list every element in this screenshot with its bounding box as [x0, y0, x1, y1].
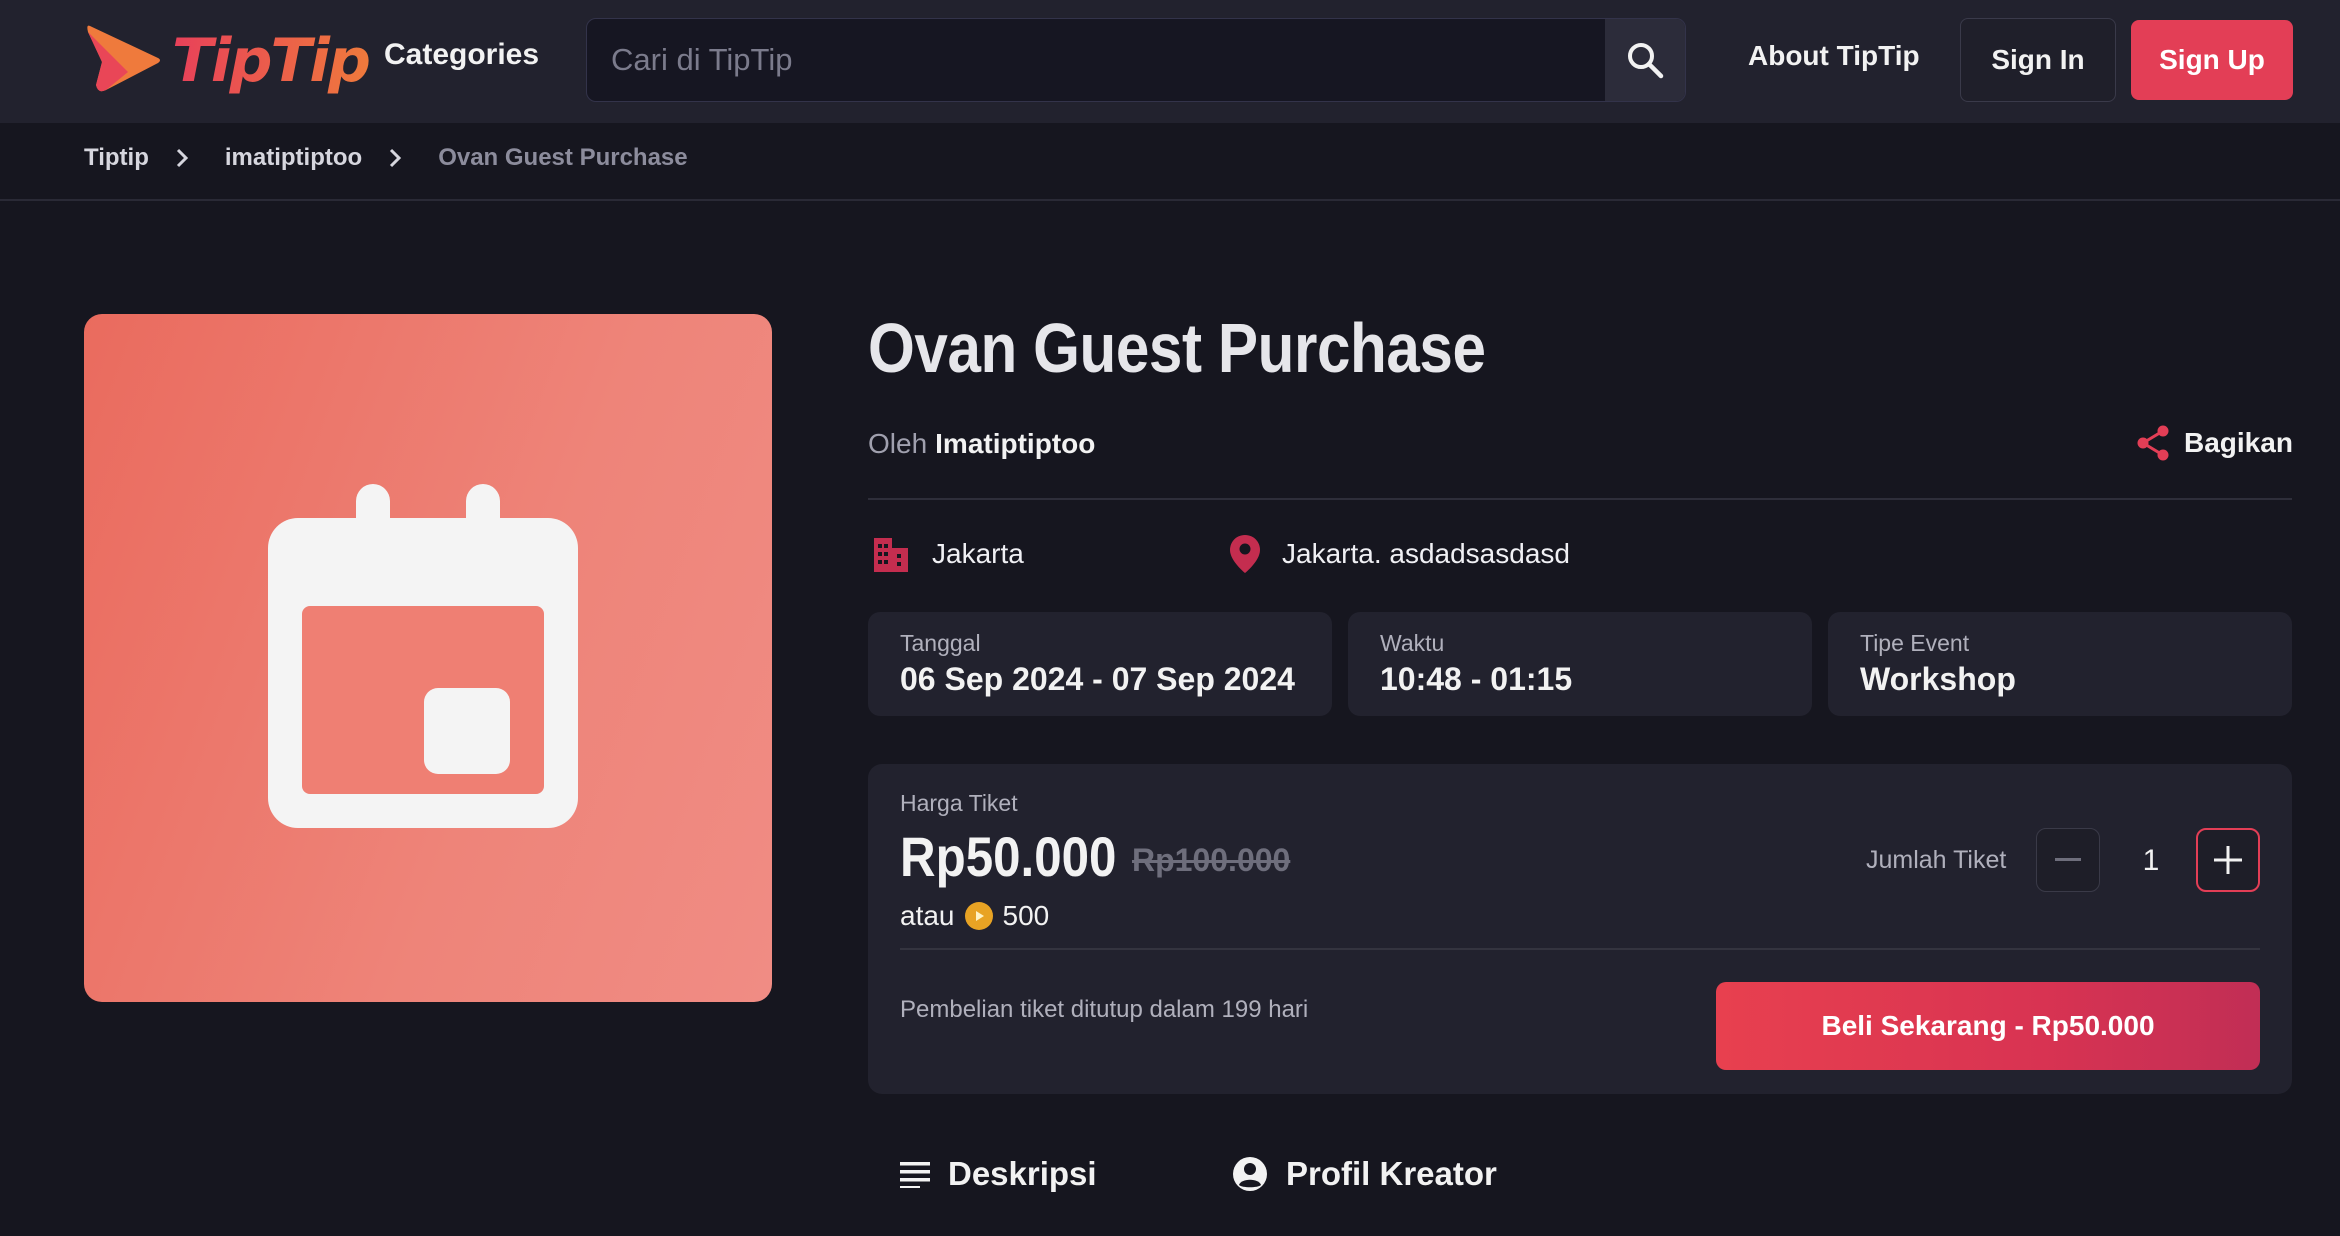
logo-text: TipTip: [172, 26, 371, 96]
date-label: Tanggal: [900, 630, 981, 656]
play-arrow-logo-icon: [87, 25, 160, 92]
ticket-original-price: Rp100.000: [1132, 842, 1291, 878]
plus-icon: [2214, 846, 2242, 874]
search-bar: [586, 18, 1686, 102]
time-card: Waktu 10:48 - 01:15: [1348, 612, 1812, 716]
event-type-card: Tipe Event Workshop: [1828, 612, 2292, 716]
address-text: Jakarta. asdadsasdasd: [1282, 538, 1570, 569]
ticket-price: Rp50.000: [900, 825, 1117, 888]
address-info: Jakarta. asdadsasdasd: [1228, 532, 1570, 576]
coin-price: atau 500: [900, 896, 1049, 936]
closing-note: Pembelian tiket ditutup dalam 199 hari: [900, 996, 1309, 1023]
creator-link[interactable]: Imatiptiptoo: [935, 428, 1095, 459]
search-button[interactable]: [1605, 19, 1685, 101]
event-image: [84, 314, 772, 1002]
tab-description-label: Deskripsi: [948, 1155, 1097, 1192]
breadcrumb-home[interactable]: Tiptip: [84, 144, 149, 172]
event-type-label: Tipe Event: [1860, 630, 1970, 656]
share-label: Bagikan: [2184, 427, 2293, 458]
search-icon: [1628, 43, 1664, 79]
tab-description[interactable]: Deskripsi: [900, 1152, 1097, 1196]
categories-link[interactable]: Categories: [384, 38, 539, 72]
buy-now-button[interactable]: Beli Sekarang - Rp50.000: [1716, 982, 2260, 1070]
search-input[interactable]: [587, 19, 1605, 101]
sign-up-button[interactable]: Sign Up: [2131, 20, 2293, 100]
coin-icon: [964, 902, 993, 930]
tab-creator-profile-label: Profil Kreator: [1286, 1155, 1497, 1192]
ticket-price-label: Harga Tiket: [900, 790, 1018, 816]
account-circle-icon: [1233, 1157, 1267, 1191]
chevron-right-icon: [175, 147, 189, 169]
quantity-label: Jumlah Tiket: [1866, 846, 2007, 874]
breadcrumb: Tiptip imatiptiptoo Ovan Guest Purchase: [84, 140, 688, 176]
city-info: Jakarta: [870, 532, 1024, 576]
breadcrumb-creator[interactable]: imatiptiptoo: [225, 144, 362, 172]
coin-price-prefix: atau: [900, 900, 955, 931]
calendar-icon: [268, 484, 578, 828]
coin-amount: 500: [1002, 900, 1050, 931]
chevron-right-icon: [388, 147, 402, 169]
creator-byline: Oleh Imatiptiptoo: [868, 428, 1095, 460]
event-title: Ovan Guest Purchase: [868, 309, 1486, 387]
divider: [900, 948, 2260, 950]
share-icon: [2137, 425, 2169, 461]
minus-icon: [2055, 858, 2081, 861]
byline-prefix: Oleh: [868, 428, 928, 459]
divider: [868, 498, 2292, 500]
time-value: 10:48 - 01:15: [1380, 661, 1573, 697]
event-type-value: Workshop: [1860, 661, 2016, 697]
quantity-decrease-button[interactable]: [2036, 828, 2100, 892]
ticket-panel: Harga Tiket Rp50.000 Rp100.000 atau 500 …: [868, 764, 2292, 1094]
building-icon: [874, 538, 908, 572]
about-link[interactable]: About TipTip: [1748, 40, 1920, 72]
quantity-increase-button[interactable]: [2196, 828, 2260, 892]
description-lines-icon: [900, 1162, 930, 1188]
divider: [0, 199, 2340, 201]
quantity-value: 1: [2142, 844, 2160, 877]
date-value: 06 Sep 2024 - 07 Sep 2024: [900, 661, 1295, 697]
sign-in-button[interactable]: Sign In: [1960, 18, 2116, 102]
location-pin-icon: [1230, 535, 1260, 573]
date-card: Tanggal 06 Sep 2024 - 07 Sep 2024: [868, 612, 1332, 716]
logo[interactable]: TipTip: [84, 22, 371, 98]
time-label: Waktu: [1380, 630, 1445, 656]
share-button[interactable]: Bagikan: [2136, 422, 2293, 464]
tab-creator-profile[interactable]: Profil Kreator: [1232, 1152, 1497, 1196]
city-text: Jakarta: [932, 538, 1024, 569]
header: TipTip Categories About TipTip Sign In S…: [0, 0, 2340, 123]
breadcrumb-current: Ovan Guest Purchase: [438, 144, 688, 171]
